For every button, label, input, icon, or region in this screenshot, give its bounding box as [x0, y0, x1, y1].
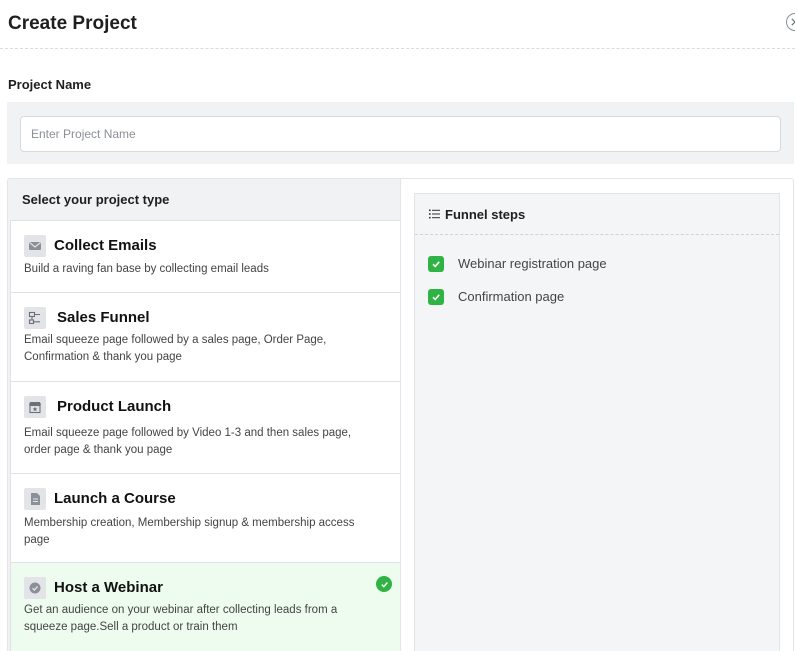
funnel-steps-title: Funnel steps: [445, 207, 526, 222]
project-type-launch-course[interactable]: Launch a Course Membership creation, Mem…: [10, 473, 400, 562]
project-type-product-launch[interactable]: Product Launch Email squeeze page follow…: [10, 381, 400, 473]
card-title: Launch a Course: [54, 490, 176, 507]
step-label: Confirmation page: [458, 289, 565, 304]
project-type-host-webinar[interactable]: Host a Webinar Get an audience on your w…: [10, 562, 400, 651]
card-description: Membership creation, Membership signup &…: [24, 517, 355, 546]
check-badge-icon: [24, 577, 46, 599]
card-title: Host a Webinar: [54, 579, 163, 596]
card-title: Collect Emails: [54, 237, 157, 254]
list-icon: [429, 209, 440, 219]
card-title: Sales Funnel: [57, 309, 150, 326]
dialog-header: Create Project: [0, 0, 795, 49]
envelope-icon: [24, 235, 46, 257]
storefront-star-icon: [24, 396, 46, 418]
step-label: Webinar registration page: [458, 256, 607, 271]
close-icon: [791, 18, 795, 26]
card-title: Product Launch: [57, 398, 172, 415]
selected-check-icon: [376, 576, 392, 592]
funnel-steps-panel: Funnel steps Webinar registration page C…: [414, 193, 780, 651]
flowchart-icon: [24, 307, 46, 329]
dialog-title: Create Project: [8, 13, 137, 34]
card-description: Email squeeze page followed by a sales p…: [24, 334, 327, 363]
project-type-heading: Select your project type: [22, 192, 170, 207]
card-description: Build a raving fan base by collecting em…: [24, 263, 269, 275]
card-description: Get an audience on your webinar after co…: [24, 604, 338, 633]
project-type-collect-emails[interactable]: Collect Emails Build a raving fan base b…: [10, 220, 400, 292]
close-button[interactable]: [786, 13, 795, 31]
project-type-list: Select your project type Collect Emails …: [8, 179, 401, 651]
step-checkbox[interactable]: [428, 289, 444, 305]
card-description: Email squeeze page followed by Video 1-3…: [24, 427, 352, 456]
project-type-sales-funnel[interactable]: Sales Funnel Email squeeze page followed…: [10, 292, 400, 381]
checkmark-icon: [432, 294, 440, 301]
funnel-steps-header: Funnel steps: [415, 194, 779, 235]
project-name-section: [7, 102, 794, 164]
document-icon: [24, 488, 46, 510]
project-type-panel: Select your project type Collect Emails …: [7, 178, 794, 651]
project-name-label: Project Name: [8, 77, 92, 92]
project-name-input[interactable]: [20, 116, 781, 152]
step-checkbox[interactable]: [428, 256, 444, 272]
checkmark-icon: [432, 261, 440, 268]
